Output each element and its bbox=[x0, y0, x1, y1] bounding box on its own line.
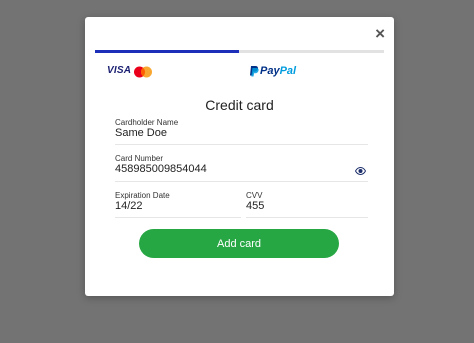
cardholder-name-label: Cardholder Name bbox=[115, 118, 179, 127]
tab-paypal[interactable]: PayPal bbox=[239, 53, 384, 86]
paypal-pal-text: Pal bbox=[279, 65, 297, 77]
cardholder-name-value: Same Doe bbox=[115, 127, 167, 139]
card-number-label: Card Number bbox=[115, 154, 164, 163]
payment-modal: × VISA PayPal Credit card Cardholder Nam… bbox=[85, 17, 394, 296]
expiration-date-label: Expiration Date bbox=[115, 191, 170, 200]
card-number-value: 458985009854044 bbox=[115, 163, 207, 175]
card-number-field[interactable]: Card Number 458985009854044 bbox=[115, 154, 368, 182]
tab-credit-card[interactable]: VISA bbox=[95, 53, 239, 86]
expiration-date-value: 14/22 bbox=[115, 200, 143, 212]
close-icon[interactable]: × bbox=[375, 25, 385, 42]
modal-title: Credit card bbox=[205, 97, 274, 113]
paypal-icon bbox=[250, 66, 259, 77]
cvv-field[interactable]: CVV 455 bbox=[246, 191, 368, 218]
eye-icon[interactable] bbox=[355, 167, 366, 175]
paypal-pay-text: Pay bbox=[260, 65, 280, 77]
expiration-date-field[interactable]: Expiration Date 14/22 bbox=[115, 191, 241, 218]
mastercard-icon bbox=[134, 66, 152, 78]
add-card-button[interactable]: Add card bbox=[139, 229, 339, 258]
cvv-value: 455 bbox=[246, 200, 265, 212]
visa-logo: VISA bbox=[107, 65, 132, 76]
cardholder-name-field[interactable]: Cardholder Name Same Doe bbox=[115, 118, 368, 145]
payment-method-tabs: VISA PayPal bbox=[95, 50, 384, 86]
cvv-label: CVV bbox=[246, 191, 263, 200]
paypal-logo-text: PayPal bbox=[260, 65, 296, 77]
